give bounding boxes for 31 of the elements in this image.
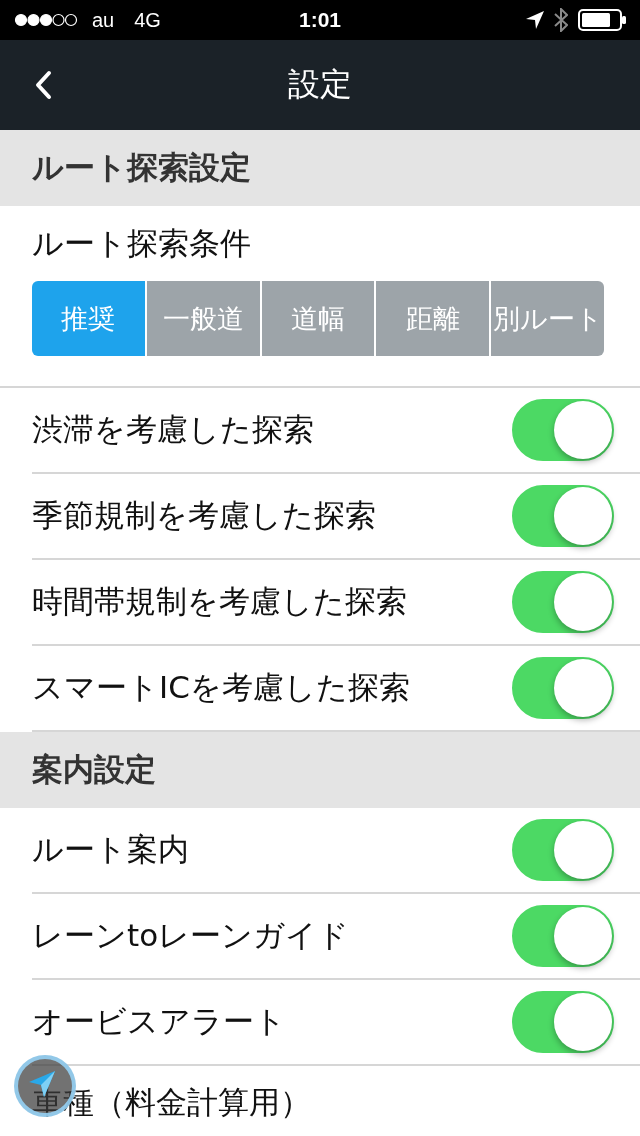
section-header: ルート探索設定: [32, 148, 251, 187]
setting-label: スマートICを考慮した探索: [32, 668, 410, 707]
toggle-switch[interactable]: [512, 571, 614, 633]
toggle-switch[interactable]: [512, 991, 614, 1053]
setting-label: オービスアラート: [32, 1002, 286, 1041]
toggle-switch[interactable]: [512, 905, 614, 967]
battery-icon: [578, 9, 626, 31]
network-type: 4G: [134, 8, 161, 32]
location-arrow-icon: [526, 11, 544, 29]
section-header: 案内設定: [32, 750, 156, 789]
setting-label: ルート探索条件: [32, 224, 251, 263]
segment-button[interactable]: 別ルート: [491, 281, 604, 356]
bluetooth-icon: [554, 8, 568, 32]
toggle-switch[interactable]: [512, 399, 614, 461]
toggle-switch[interactable]: [512, 485, 614, 547]
screen-title: 設定: [288, 64, 352, 105]
setting-label: ルート案内: [32, 830, 189, 869]
toggle-switch[interactable]: [512, 819, 614, 881]
carrier-name: au: [92, 8, 115, 32]
segment-button[interactable]: 一般道: [146, 281, 260, 356]
back-icon[interactable]: [34, 70, 52, 100]
segment-button[interactable]: 距離: [376, 281, 490, 356]
segment-button[interactable]: 推奨: [32, 281, 145, 356]
setting-label: 渋滞を考慮した探索: [32, 410, 314, 449]
toggle-switch[interactable]: [512, 657, 614, 719]
setting-label: 時間帯規制を考慮した探索: [32, 582, 407, 621]
segment-button[interactable]: 道幅: [261, 281, 375, 356]
setting-label: 季節規制を考慮した探索: [32, 496, 376, 535]
setting-label: レーンtoレーンガイド: [32, 916, 350, 955]
status-time: 1:01: [299, 8, 341, 32]
signal-strength-icon: [14, 13, 78, 27]
